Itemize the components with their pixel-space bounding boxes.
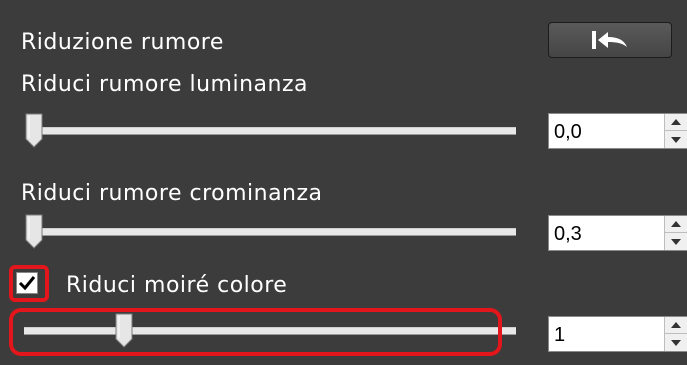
moire-slider-thumb[interactable]: [114, 313, 134, 349]
moire-value: 1: [554, 324, 566, 346]
chrominance-spinner[interactable]: [664, 216, 687, 250]
decrement-arrow-icon[interactable]: [665, 131, 687, 148]
undo-arrow-icon: [590, 29, 630, 51]
chrominance-value: 0,3: [554, 223, 582, 245]
chrominance-value-field[interactable]: 0,3: [548, 215, 687, 251]
decrement-arrow-icon[interactable]: [665, 334, 687, 351]
section-title: Riduzione rumore: [21, 30, 224, 55]
luminance-slider-track[interactable]: [32, 127, 516, 135]
increment-arrow-icon[interactable]: [665, 216, 687, 233]
decrement-arrow-icon[interactable]: [665, 233, 687, 250]
moire-value-field[interactable]: 1: [548, 316, 687, 352]
checkmark-icon: [18, 276, 36, 291]
moire-slider-track[interactable]: [24, 327, 516, 335]
noise-reduction-panel: Riduzione rumore Riduci rumore luminanza…: [0, 0, 687, 365]
moire-checkbox[interactable]: [16, 272, 38, 294]
luminance-value: 0,0: [554, 121, 582, 143]
moire-label: Riduci moiré colore: [66, 273, 288, 298]
reset-button[interactable]: [548, 22, 672, 58]
luminance-value-field[interactable]: 0,0: [548, 113, 687, 149]
chrominance-slider-track[interactable]: [32, 228, 516, 236]
moire-spinner[interactable]: [664, 317, 687, 351]
luminance-spinner[interactable]: [664, 114, 687, 148]
increment-arrow-icon[interactable]: [665, 114, 687, 131]
luminance-slider-thumb[interactable]: [24, 113, 44, 149]
chrominance-slider-thumb[interactable]: [24, 214, 44, 250]
luminance-label: Riduci rumore luminanza: [21, 72, 308, 97]
increment-arrow-icon[interactable]: [665, 317, 687, 334]
chrominance-label: Riduci rumore crominanza: [21, 181, 323, 206]
